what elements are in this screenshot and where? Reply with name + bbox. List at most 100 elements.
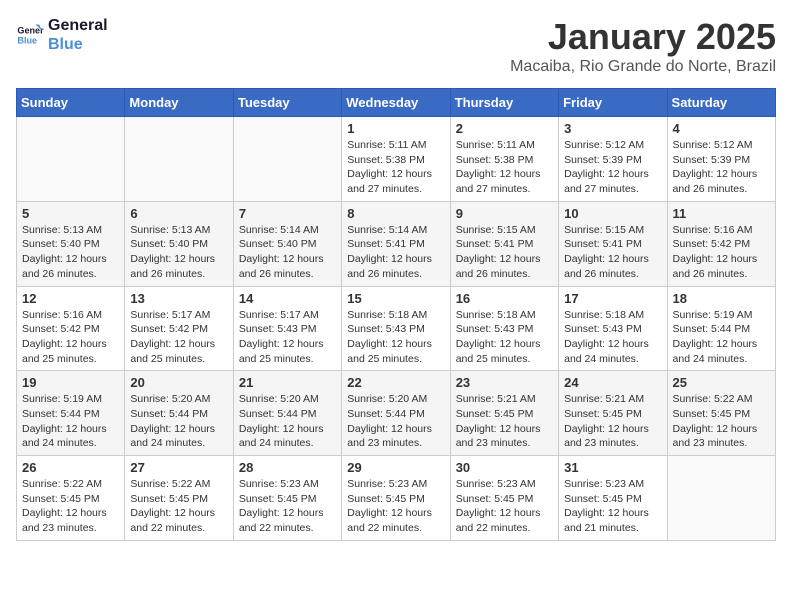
day-number: 18 (673, 291, 770, 306)
calendar-cell (17, 117, 125, 202)
day-number: 25 (673, 375, 770, 390)
day-info: Sunrise: 5:13 AM Sunset: 5:40 PM Dayligh… (130, 223, 227, 282)
day-info: Sunrise: 5:14 AM Sunset: 5:40 PM Dayligh… (239, 223, 336, 282)
day-info: Sunrise: 5:18 AM Sunset: 5:43 PM Dayligh… (347, 308, 444, 367)
calendar-cell: 5 Sunrise: 5:13 AM Sunset: 5:40 PM Daylig… (17, 201, 125, 286)
day-number: 15 (347, 291, 444, 306)
day-number: 11 (673, 206, 770, 221)
day-info: Sunrise: 5:22 AM Sunset: 5:45 PM Dayligh… (130, 477, 227, 536)
calendar-cell: 16 Sunrise: 5:18 AM Sunset: 5:43 PM Dayli… (450, 286, 558, 371)
day-number: 27 (130, 460, 227, 475)
day-info: Sunrise: 5:18 AM Sunset: 5:43 PM Dayligh… (456, 308, 553, 367)
calendar-week-row: 1 Sunrise: 5:11 AM Sunset: 5:38 PM Daylig… (17, 117, 776, 202)
day-number: 17 (564, 291, 661, 306)
calendar-cell: 4 Sunrise: 5:12 AM Sunset: 5:39 PM Daylig… (667, 117, 775, 202)
day-info: Sunrise: 5:17 AM Sunset: 5:42 PM Dayligh… (130, 308, 227, 367)
weekday-header-sunday: Sunday (17, 89, 125, 117)
day-number: 10 (564, 206, 661, 221)
day-number: 28 (239, 460, 336, 475)
day-number: 13 (130, 291, 227, 306)
calendar-cell: 7Sunrise: 5:14 AM Sunset: 5:40 PM Daylig… (233, 201, 341, 286)
calendar-cell: 30 Sunrise: 5:23 AM Sunset: 5:45 PM Dayli… (450, 456, 558, 541)
calendar-cell: 24 Sunrise: 5:21 AM Sunset: 5:45 PM Dayli… (559, 371, 667, 456)
weekday-header-monday: Monday (125, 89, 233, 117)
weekday-header-wednesday: Wednesday (342, 89, 450, 117)
location-title: Macaiba, Rio Grande do Norte, Brazil (510, 58, 776, 76)
day-info: Sunrise: 5:23 AM Sunset: 5:45 PM Dayligh… (456, 477, 553, 536)
calendar-cell: 8 Sunrise: 5:14 AM Sunset: 5:41 PM Daylig… (342, 201, 450, 286)
weekday-header-thursday: Thursday (450, 89, 558, 117)
calendar-cell: 26 Sunrise: 5:22 AM Sunset: 5:45 PM Dayli… (17, 456, 125, 541)
calendar-cell: 28 Sunrise: 5:23 AM Sunset: 5:45 PM Dayli… (233, 456, 341, 541)
day-info: Sunrise: 5:21 AM Sunset: 5:45 PM Dayligh… (564, 392, 661, 451)
day-info: Sunrise: 5:15 AM Sunset: 5:41 PM Dayligh… (456, 223, 553, 282)
day-number: 29 (347, 460, 444, 475)
day-info: Sunrise: 5:12 AM Sunset: 5:39 PM Dayligh… (673, 138, 770, 197)
calendar-cell: 20 Sunrise: 5:20 AM Sunset: 5:44 PM Dayli… (125, 371, 233, 456)
calendar-cell: 31Sunrise: 5:23 AM Sunset: 5:45 PM Dayli… (559, 456, 667, 541)
calendar-header-row: SundayMondayTuesdayWednesdayThursdayFrid… (17, 89, 776, 117)
day-number: 20 (130, 375, 227, 390)
logo-icon: General Blue (16, 21, 44, 49)
calendar-cell: 14Sunrise: 5:17 AM Sunset: 5:43 PM Dayli… (233, 286, 341, 371)
day-info: Sunrise: 5:23 AM Sunset: 5:45 PM Dayligh… (564, 477, 661, 536)
day-info: Sunrise: 5:11 AM Sunset: 5:38 PM Dayligh… (456, 138, 553, 197)
month-title: January 2025 (510, 16, 776, 58)
day-info: Sunrise: 5:15 AM Sunset: 5:41 PM Dayligh… (564, 223, 661, 282)
day-number: 26 (22, 460, 119, 475)
calendar-body: 1 Sunrise: 5:11 AM Sunset: 5:38 PM Daylig… (17, 117, 776, 541)
day-number: 30 (456, 460, 553, 475)
day-number: 6 (130, 206, 227, 221)
logo-text-general: General (48, 16, 108, 35)
day-info: Sunrise: 5:20 AM Sunset: 5:44 PM Dayligh… (239, 392, 336, 451)
calendar-week-row: 19Sunrise: 5:19 AM Sunset: 5:44 PM Dayli… (17, 371, 776, 456)
day-number: 1 (347, 121, 444, 136)
day-info: Sunrise: 5:23 AM Sunset: 5:45 PM Dayligh… (347, 477, 444, 536)
calendar-cell: 13 Sunrise: 5:17 AM Sunset: 5:42 PM Dayli… (125, 286, 233, 371)
calendar-cell: 22 Sunrise: 5:20 AM Sunset: 5:44 PM Dayli… (342, 371, 450, 456)
calendar-week-row: 5 Sunrise: 5:13 AM Sunset: 5:40 PM Daylig… (17, 201, 776, 286)
calendar-cell: 25Sunrise: 5:22 AM Sunset: 5:45 PM Dayli… (667, 371, 775, 456)
calendar-cell: 17Sunrise: 5:18 AM Sunset: 5:43 PM Dayli… (559, 286, 667, 371)
day-number: 22 (347, 375, 444, 390)
calendar-cell (125, 117, 233, 202)
calendar-cell: 9Sunrise: 5:15 AM Sunset: 5:41 PM Daylig… (450, 201, 558, 286)
day-info: Sunrise: 5:19 AM Sunset: 5:44 PM Dayligh… (673, 308, 770, 367)
day-number: 3 (564, 121, 661, 136)
calendar-cell: 6 Sunrise: 5:13 AM Sunset: 5:40 PM Daylig… (125, 201, 233, 286)
calendar-cell: 29 Sunrise: 5:23 AM Sunset: 5:45 PM Dayli… (342, 456, 450, 541)
day-info: Sunrise: 5:20 AM Sunset: 5:44 PM Dayligh… (130, 392, 227, 451)
day-info: Sunrise: 5:22 AM Sunset: 5:45 PM Dayligh… (22, 477, 119, 536)
calendar-cell: 11 Sunrise: 5:16 AM Sunset: 5:42 PM Dayli… (667, 201, 775, 286)
calendar-cell: 27 Sunrise: 5:22 AM Sunset: 5:45 PM Dayli… (125, 456, 233, 541)
day-number: 5 (22, 206, 119, 221)
calendar-week-row: 12Sunrise: 5:16 AM Sunset: 5:42 PM Dayli… (17, 286, 776, 371)
day-info: Sunrise: 5:19 AM Sunset: 5:44 PM Dayligh… (22, 392, 119, 451)
weekday-header-friday: Friday (559, 89, 667, 117)
day-number: 16 (456, 291, 553, 306)
calendar-cell: 1Sunrise: 5:11 AM Sunset: 5:38 PM Daylig… (342, 117, 450, 202)
day-info: Sunrise: 5:12 AM Sunset: 5:39 PM Dayligh… (564, 138, 661, 197)
day-number: 4 (673, 121, 770, 136)
calendar-table: SundayMondayTuesdayWednesdayThursdayFrid… (16, 88, 776, 541)
day-info: Sunrise: 5:16 AM Sunset: 5:42 PM Dayligh… (673, 223, 770, 282)
calendar-cell: 2Sunrise: 5:11 AM Sunset: 5:38 PM Daylig… (450, 117, 558, 202)
day-number: 24 (564, 375, 661, 390)
day-info: Sunrise: 5:23 AM Sunset: 5:45 PM Dayligh… (239, 477, 336, 536)
calendar-cell: 19Sunrise: 5:19 AM Sunset: 5:44 PM Dayli… (17, 371, 125, 456)
logo: General Blue General Blue (16, 16, 108, 54)
page-header: General Blue General Blue January 2025 M… (16, 16, 776, 76)
day-info: Sunrise: 5:13 AM Sunset: 5:40 PM Dayligh… (22, 223, 119, 282)
calendar-cell: 3 Sunrise: 5:12 AM Sunset: 5:39 PM Daylig… (559, 117, 667, 202)
svg-text:Blue: Blue (17, 36, 37, 46)
calendar-cell (233, 117, 341, 202)
day-info: Sunrise: 5:20 AM Sunset: 5:44 PM Dayligh… (347, 392, 444, 451)
weekday-header-saturday: Saturday (667, 89, 775, 117)
day-number: 23 (456, 375, 553, 390)
day-info: Sunrise: 5:14 AM Sunset: 5:41 PM Dayligh… (347, 223, 444, 282)
day-number: 8 (347, 206, 444, 221)
day-number: 12 (22, 291, 119, 306)
calendar-cell: 10 Sunrise: 5:15 AM Sunset: 5:41 PM Dayli… (559, 201, 667, 286)
day-info: Sunrise: 5:21 AM Sunset: 5:45 PM Dayligh… (456, 392, 553, 451)
day-number: 21 (239, 375, 336, 390)
